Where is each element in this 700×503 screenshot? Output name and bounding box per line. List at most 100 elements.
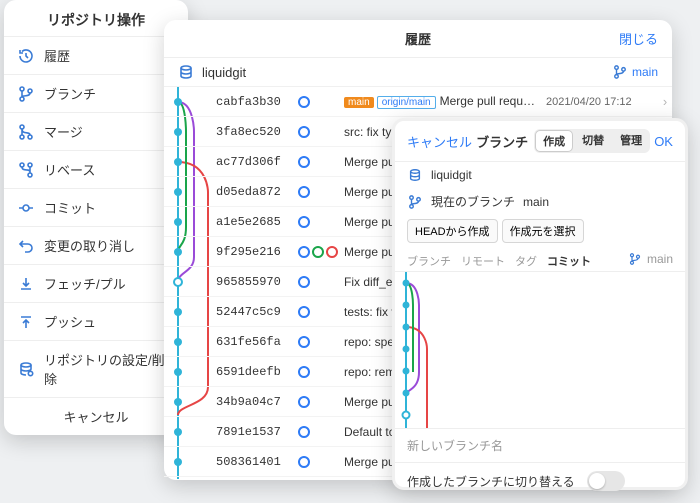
tab-commits[interactable]: コミット bbox=[547, 253, 591, 269]
create-from-head-button[interactable]: HEADから作成 bbox=[407, 219, 498, 243]
tag-origin: origin/main bbox=[377, 96, 436, 109]
menu-item-discard[interactable]: 変更の取り消し bbox=[4, 226, 188, 264]
history-branch-chip[interactable]: main bbox=[612, 64, 658, 80]
rebase-icon bbox=[18, 162, 34, 178]
commit-sha: cabfa3b30 bbox=[216, 95, 298, 109]
switch-after-create-toggle[interactable] bbox=[587, 471, 625, 491]
commit-row[interactable]: cabfa3b30 mainorigin/mainMerge pull reque… bbox=[164, 87, 672, 117]
segment-manage[interactable]: 管理 bbox=[612, 129, 650, 153]
new-branch-name-input[interactable]: 新しいブランチ名 bbox=[395, 428, 685, 462]
branch-icon bbox=[612, 64, 628, 80]
menu-item-label: 履歴 bbox=[44, 46, 70, 65]
menu-item-label: 変更の取り消し bbox=[44, 236, 135, 255]
commit-status bbox=[298, 246, 344, 258]
new-branch-name-placeholder: 新しいブランチ名 bbox=[407, 439, 503, 453]
menu-item-label: プッシュ bbox=[44, 312, 96, 331]
switch-after-create-label: 作成したブランチに切り替える bbox=[407, 473, 575, 490]
menu-item-label: フェッチ/プル bbox=[44, 274, 126, 293]
choose-source-button[interactable]: 作成元を選択 bbox=[502, 219, 584, 243]
tab-branches[interactable]: ブランチ bbox=[407, 253, 451, 269]
commit-status bbox=[298, 156, 344, 168]
commit-date: 2021/04/20 17:12 bbox=[546, 96, 658, 108]
commit-sha: 508361401 bbox=[216, 455, 298, 469]
commit-sha: a1e5e2685 bbox=[216, 215, 298, 229]
merge-icon bbox=[18, 124, 34, 140]
database-icon bbox=[407, 167, 423, 183]
menu-item-label: リポジトリの設定/削除 bbox=[44, 350, 174, 388]
segment-switch[interactable]: 切替 bbox=[574, 129, 612, 153]
commit-status bbox=[298, 336, 344, 348]
history-title: 履歴 bbox=[405, 29, 431, 48]
menu-item-fetch-pull[interactable]: フェッチ/プル bbox=[4, 264, 188, 302]
database-icon bbox=[178, 64, 194, 80]
branch-repo-name: liquidgit bbox=[431, 168, 472, 182]
menu-item-push[interactable]: プッシュ bbox=[4, 302, 188, 340]
tag-main: main bbox=[344, 97, 374, 108]
upload-icon bbox=[18, 314, 34, 330]
commit-status bbox=[298, 396, 344, 408]
commit-status bbox=[298, 216, 344, 228]
tab-remotes[interactable]: リモート bbox=[461, 253, 505, 269]
settings-icon bbox=[18, 361, 34, 377]
menu-item-history[interactable]: 履歴 bbox=[4, 36, 188, 74]
history-branch-name: main bbox=[632, 65, 658, 79]
menu-item-settings-delete[interactable]: リポジトリの設定/削除 bbox=[4, 340, 188, 397]
branch-scope-right-label: main bbox=[647, 252, 673, 266]
commit-graph bbox=[395, 272, 435, 428]
branch-icon bbox=[18, 86, 34, 102]
commit-sha: 3fa8ec520 bbox=[216, 125, 298, 139]
commit-icon bbox=[18, 200, 34, 216]
branch-current-row: 現在のブランチ main bbox=[395, 188, 685, 215]
branch-source-buttons: HEADから作成 作成元を選択 bbox=[395, 215, 685, 247]
menu-item-label: ブランチ bbox=[44, 84, 96, 103]
branch-current-name: main bbox=[523, 195, 549, 209]
menu-item-branch[interactable]: ブランチ bbox=[4, 74, 188, 112]
branch-commit-list: cabfa3b30mainorigin/mainMerge pull reque… bbox=[395, 272, 685, 428]
branch-ok-button[interactable]: OK bbox=[654, 134, 673, 149]
commit-sha: 6591deefb bbox=[216, 365, 298, 379]
commit-sha: 965855970 bbox=[216, 275, 298, 289]
switch-after-create-row: 作成したブランチに切り替える bbox=[395, 462, 685, 503]
commit-status bbox=[298, 366, 344, 378]
commit-status bbox=[298, 96, 344, 108]
menu-cancel-label: キャンセル bbox=[63, 407, 128, 426]
repository-actions-menu: リポジトリ操作 履歴 ブランチ マージ リベース コミット 変更の取り消し フェ… bbox=[4, 0, 188, 435]
chevron-right-icon[interactable]: › bbox=[658, 94, 672, 109]
commit-message: mainorigin/mainMerge pull request #5843 … bbox=[344, 94, 546, 109]
commit-status bbox=[298, 426, 344, 438]
branch-dialog: キャンセル ブランチ 作成 切替 管理 OK liquidgit 現在のブランチ… bbox=[392, 118, 688, 490]
branch-current-label: 現在のブランチ bbox=[431, 193, 515, 210]
history-repo-name: liquidgit bbox=[202, 65, 246, 80]
menu-item-label: コミット bbox=[44, 198, 96, 217]
branch-scope-right-chip[interactable]: main bbox=[627, 251, 673, 267]
menu-item-label: マージ bbox=[44, 122, 83, 141]
segment-create[interactable]: 作成 bbox=[535, 130, 573, 152]
commit-sha: ac77d306f bbox=[216, 155, 298, 169]
commit-status bbox=[298, 276, 344, 288]
history-close-button[interactable]: 閉じる bbox=[619, 29, 658, 48]
menu-item-label: リベース bbox=[44, 160, 95, 179]
tab-tags[interactable]: タグ bbox=[515, 253, 537, 269]
branch-scope-tabs: ブランチ リモート タグ コミット main bbox=[395, 247, 685, 272]
history-titlebar: 履歴 閉じる bbox=[164, 20, 672, 58]
commit-status bbox=[298, 186, 344, 198]
menu-title: リポジトリ操作 bbox=[4, 0, 188, 36]
menu-item-commit[interactable]: コミット bbox=[4, 188, 188, 226]
branch-mode-segment[interactable]: 作成 切替 管理 bbox=[534, 129, 650, 153]
history-icon bbox=[18, 48, 34, 64]
download-icon bbox=[18, 276, 34, 292]
branch-repo-row: liquidgit bbox=[395, 162, 685, 188]
commit-status bbox=[298, 126, 344, 138]
menu-cancel[interactable]: キャンセル bbox=[4, 397, 188, 435]
commit-status bbox=[298, 456, 344, 468]
commit-sha: 52447c5c9 bbox=[216, 305, 298, 319]
branch-dialog-title: ブランチ bbox=[476, 132, 528, 151]
menu-item-rebase[interactable]: リベース bbox=[4, 150, 188, 188]
commit-sha: 9f295e216 bbox=[216, 245, 298, 259]
menu-item-merge[interactable]: マージ bbox=[4, 112, 188, 150]
undo-icon bbox=[18, 238, 34, 254]
commit-sha: d05eda872 bbox=[216, 185, 298, 199]
commit-sha: 631fe56fa bbox=[216, 335, 298, 349]
branch-cancel-button[interactable]: キャンセル bbox=[407, 132, 472, 151]
history-repo-row: liquidgit main bbox=[164, 58, 672, 87]
